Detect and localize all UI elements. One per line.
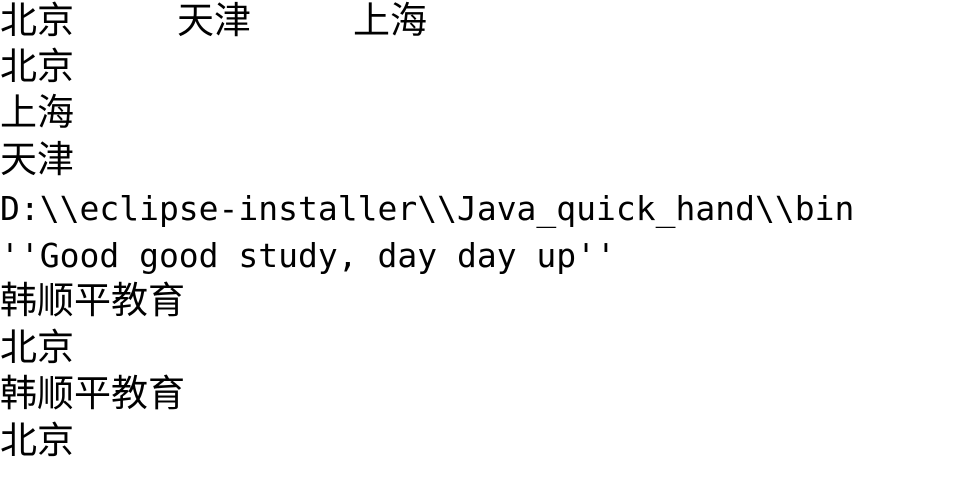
output-line: 韩顺平教育 xyxy=(0,279,185,322)
output-line: 上海 xyxy=(0,91,74,134)
output-line: 北京 xyxy=(0,45,74,88)
output-cell-1: 北京 xyxy=(0,0,74,42)
output-line-quote: ''Good good study, day day up'' xyxy=(0,236,616,275)
console-output: 北京 天津 上海 北京 上海 天津 D:\\eclipse-installer\… xyxy=(0,0,965,477)
output-line: 北京 xyxy=(0,419,74,462)
output-cell-2: 天津 xyxy=(177,0,251,42)
output-line-tabbed: 北京 天津 上海 xyxy=(0,0,965,44)
output-line-path: D:\\eclipse-installer\\Java_quick_hand\\… xyxy=(0,189,855,228)
output-line: 天津 xyxy=(0,138,74,181)
output-line: 北京 xyxy=(0,326,74,369)
output-cell-3: 上海 xyxy=(353,0,427,42)
output-line: 韩顺平教育 xyxy=(0,372,185,415)
